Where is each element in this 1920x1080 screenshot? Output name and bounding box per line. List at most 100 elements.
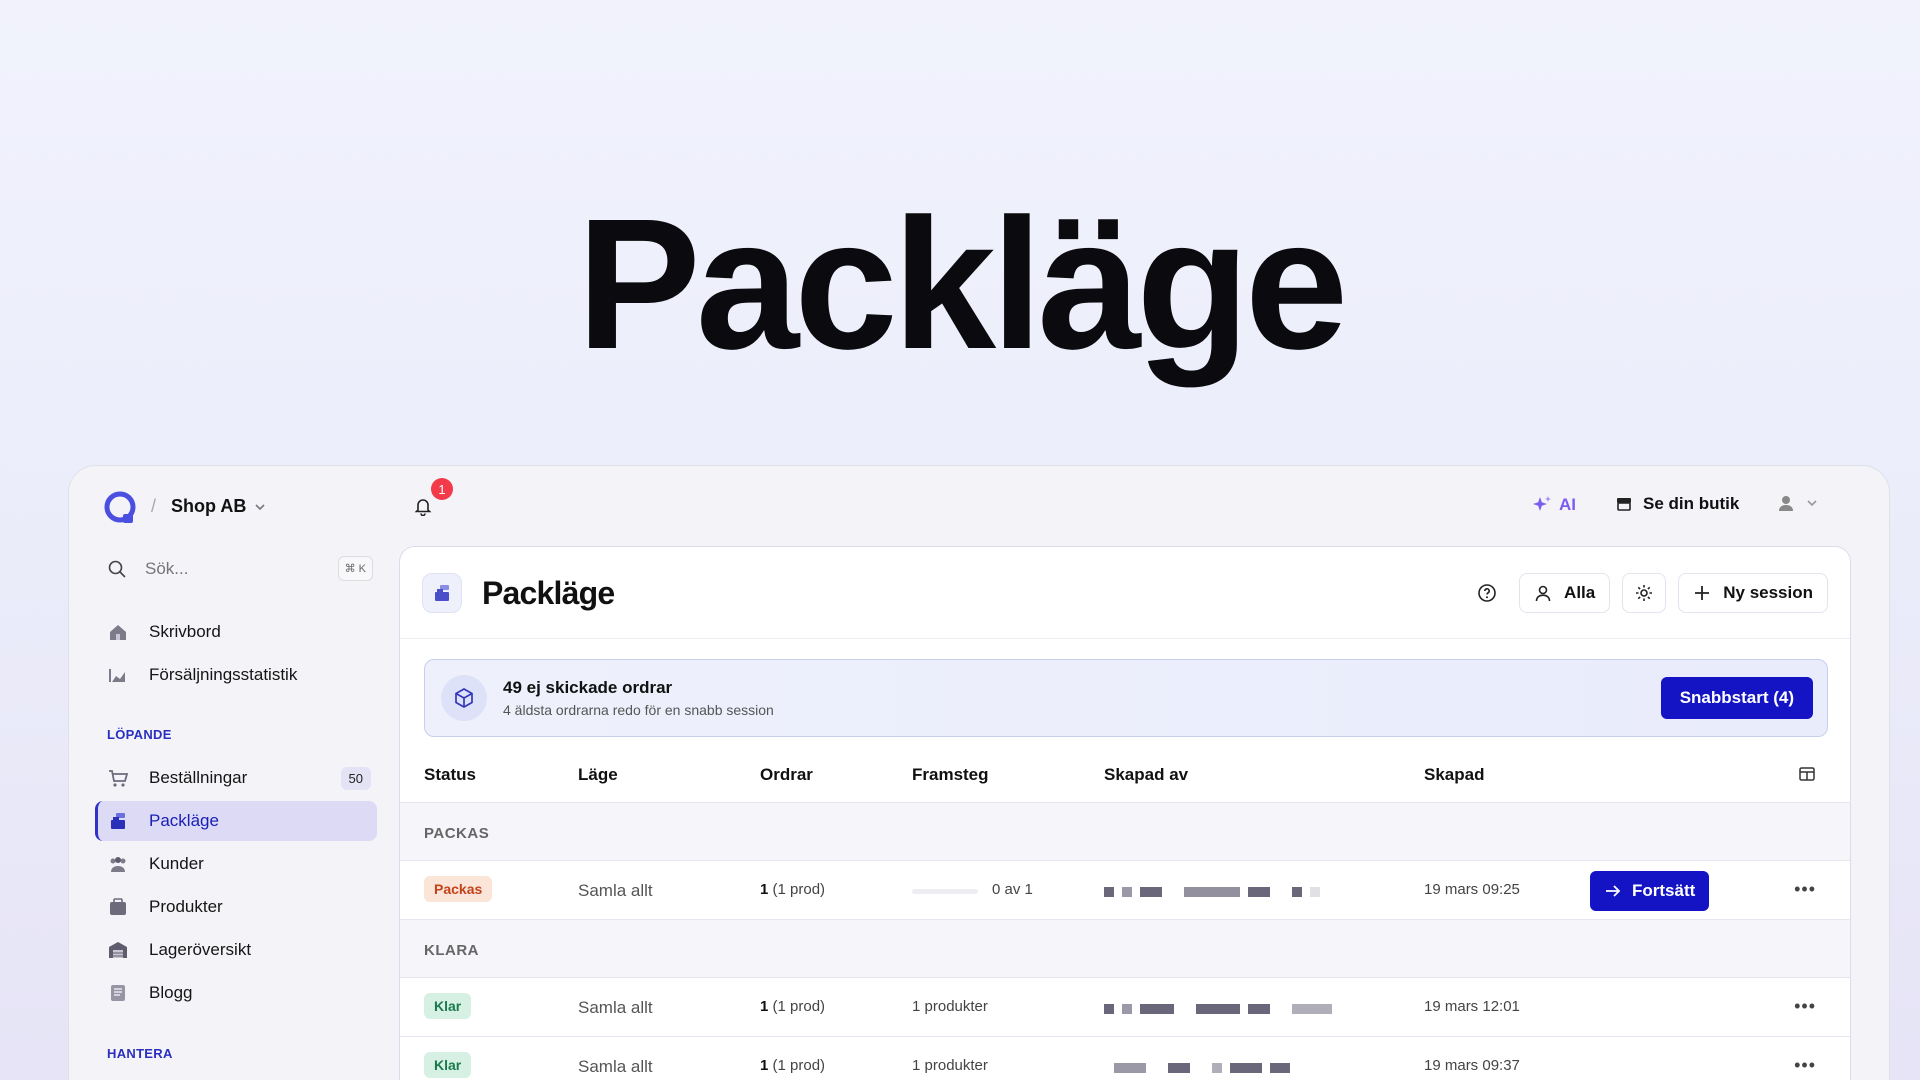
quick-start-button[interactable]: Snabbstart (4) <box>1660 677 1813 719</box>
column-created[interactable]: Skapad <box>1424 765 1484 785</box>
mode-cell: Samla allt <box>578 998 653 1017</box>
pack-icon <box>111 813 125 829</box>
banner-title: 49 ej skickade ordrar <box>503 678 673 697</box>
users-icon <box>110 857 126 872</box>
hero-title: Packläge <box>576 181 1349 388</box>
warehouse-icon <box>109 942 127 958</box>
sidebar-search[interactable]: ⌘ K <box>99 554 373 584</box>
table-row[interactable]: Packas Samla allt 1 (1 prod) 0 av 1 19 m… <box>400 861 1850 920</box>
progress-text: 0 av 1 <box>992 881 1033 898</box>
orders-count-badge: 50 <box>340 767 371 790</box>
help-button[interactable] <box>1467 573 1507 613</box>
sidebar-item-kunder[interactable]: Kunder <box>95 844 377 884</box>
chevron-down-icon[interactable] <box>253 500 267 514</box>
sparkle-icon <box>1533 496 1551 511</box>
mode-cell: Samla allt <box>578 1057 653 1076</box>
sidebar-item-bestallningar[interactable]: Beställningar 50 <box>95 758 377 798</box>
header-actions: Alla Ny session <box>1467 573 1828 613</box>
nav-running: Beställningar 50 Packläge Kunder Produkt… <box>95 758 377 1016</box>
section-label-manage: HANTERA <box>107 1046 173 1061</box>
group-label-done: KLARA <box>400 920 1850 978</box>
status-badge: Klar <box>424 993 472 1019</box>
logo-icon[interactable] <box>103 490 139 526</box>
columns-icon[interactable] <box>1798 765 1816 783</box>
chart-icon <box>109 669 125 682</box>
group-label-text: PACKAS <box>424 825 490 842</box>
shop-name[interactable]: Shop AB <box>171 496 246 517</box>
column-mode[interactable]: Läge <box>578 765 618 785</box>
chevron-down-icon <box>1807 500 1817 507</box>
page-header: Packläge Alla Ny session <box>400 547 1850 639</box>
cart-icon <box>109 770 129 787</box>
orders-cell: 1 (1 prod) <box>760 881 826 898</box>
sidebar-item-label: Kunder <box>149 854 204 873</box>
status-badge: Klar <box>424 1052 472 1078</box>
app-window: / Shop AB 1 AI Se din butik ⌘ K <box>68 465 1890 1080</box>
blog-icon <box>111 985 125 1001</box>
sidebar-item-packlage[interactable]: Packläge <box>95 801 377 841</box>
created-by-redacted <box>1104 887 1320 897</box>
group-label-text: KLARA <box>424 942 479 959</box>
table-row[interactable]: Klar Samla allt 1 (1 prod) 1 produkter 1… <box>400 978 1850 1037</box>
sidebar-item-label: Skrivbord <box>149 622 221 641</box>
help-icon <box>1478 584 1496 602</box>
search-input[interactable] <box>145 559 315 579</box>
section-label-running: LÖPANDE <box>107 727 172 742</box>
group-label-packing: PACKAS <box>400 803 1850 861</box>
filter-user-button[interactable]: Alla <box>1519 573 1611 613</box>
progress-text: 1 produkter <box>912 998 988 1015</box>
main-panel: Packläge Alla Ny session 49 ej skickade … <box>399 546 1851 1080</box>
status-badge: Packas <box>424 876 493 902</box>
orders-cell: 1 (1 prod) <box>760 998 826 1015</box>
sidebar-item-lageroversikt[interactable]: Lageröversikt <box>95 930 377 970</box>
store-icon <box>1617 498 1631 511</box>
new-session-button[interactable]: Ny session <box>1678 573 1828 613</box>
page-icon <box>422 573 462 613</box>
sidebar-item-label: Beställningar <box>149 768 248 787</box>
pack-icon <box>435 585 449 601</box>
created-cell: 19 mars 09:25 <box>1424 881 1520 898</box>
ai-button[interactable]: AI <box>1531 494 1576 516</box>
progress-bar <box>912 889 978 894</box>
created-by-redacted <box>1104 1004 1332 1014</box>
column-created-by[interactable]: Skapad av <box>1104 765 1188 785</box>
view-store-button[interactable]: Se din butik <box>1615 494 1739 514</box>
sidebar-item-label: Lageröversikt <box>149 940 252 959</box>
column-status[interactable]: Status <box>424 765 476 785</box>
sidebar-item-produkter[interactable]: Produkter <box>95 887 377 927</box>
orders-cell: 1 (1 prod) <box>760 1057 826 1074</box>
more-options-icon[interactable]: ••• <box>1794 1055 1816 1076</box>
sidebar-item-blogg[interactable]: Blogg <box>95 973 377 1013</box>
more-options-icon[interactable]: ••• <box>1794 996 1816 1017</box>
banner-subtitle: 4 äldsta ordrarna redo för en snabb sess… <box>503 702 774 718</box>
arrow-right-icon <box>1606 885 1621 897</box>
gear-icon <box>1636 585 1653 601</box>
column-progress[interactable]: Framsteg <box>912 765 989 785</box>
sidebar-item-skrivbord[interactable]: Skrivbord <box>95 612 377 652</box>
ai-label: AI <box>1559 495 1576 514</box>
sidebar-item-label: Försäljningsstatistik <box>149 665 298 684</box>
box-icon <box>110 898 126 915</box>
settings-button[interactable] <box>1622 573 1667 613</box>
unshipped-orders-banner: 49 ej skickade ordrar 4 äldsta ordrarna … <box>424 659 1828 737</box>
mode-cell: Samla allt <box>578 881 653 900</box>
plus-icon <box>1695 586 1710 600</box>
search-icon <box>108 560 126 578</box>
sidebar-item-label: Produkter <box>149 897 223 916</box>
created-by-redacted <box>1114 1063 1290 1073</box>
bell-icon[interactable] <box>413 496 433 516</box>
continue-label: Fortsätt <box>1632 881 1696 900</box>
sidebar-item-forsaljningsstatistik[interactable]: Försäljningsstatistik <box>95 655 377 695</box>
continue-button[interactable]: Fortsätt <box>1590 871 1710 911</box>
search-shortcut: ⌘ K <box>337 556 373 581</box>
notification-badge: 1 <box>431 478 453 500</box>
user-icon <box>1535 585 1551 602</box>
sidebar-item-label: Blogg <box>149 983 193 1002</box>
created-cell: 19 mars 09:37 <box>1424 1057 1520 1074</box>
user-avatar-icon <box>1779 496 1793 511</box>
user-menu[interactable] <box>1777 494 1819 512</box>
table-row[interactable]: Klar Samla allt 1 (1 prod) 1 produkter 1… <box>400 1037 1850 1080</box>
more-options-icon[interactable]: ••• <box>1794 879 1816 900</box>
sessions-table: Status Läge Ordrar Framsteg Skapad av Sk… <box>400 747 1850 1080</box>
column-orders[interactable]: Ordrar <box>760 765 813 785</box>
